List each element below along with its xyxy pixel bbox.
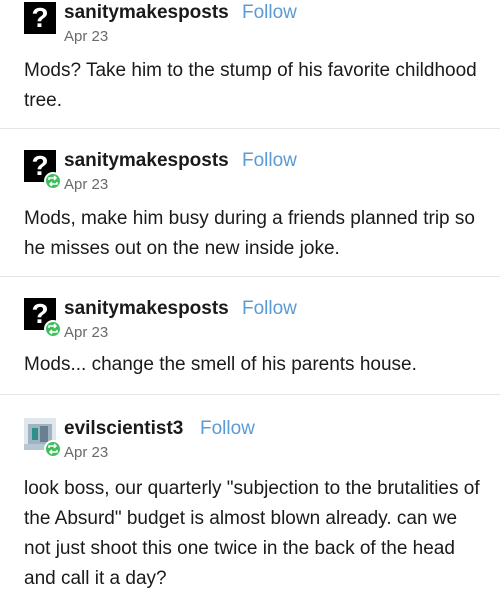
reblog-icon [44, 320, 62, 338]
avatar[interactable]: ? [24, 2, 56, 34]
post-body: Mods? Take him to the stump of his favor… [24, 60, 477, 111]
divider [0, 394, 500, 395]
post-date: Apr 23 [64, 444, 109, 461]
post-header: ? sanitymakesposts Follow Apr 23 [24, 2, 484, 45]
follow-button[interactable]: Follow [242, 298, 297, 320]
divider [0, 128, 500, 129]
post-header: evilscientist3 Follow Apr 23 [24, 418, 484, 461]
post-date: Apr 23 [64, 28, 109, 45]
post-body: Mods... change the smell of his parents … [24, 354, 417, 375]
post-header: ? sanitymakesposts Follow Apr 23 [24, 298, 484, 341]
username-link[interactable]: sanitymakesposts [64, 298, 229, 320]
post-body: Mods, make him busy during a friends pla… [24, 208, 475, 259]
username-link[interactable]: sanitymakesposts [64, 150, 229, 172]
username-link[interactable]: sanitymakesposts [64, 2, 229, 24]
post: ? sanitymakesposts Follow Apr 23 Mods? T… [0, 2, 500, 122]
post: ? sanitymakesposts Follow Apr 23 Mods...… [0, 298, 500, 388]
post-body: look boss, our quarterly "subjection to … [24, 478, 480, 589]
username-link[interactable]: evilscientist3 [64, 418, 183, 440]
post-date: Apr 23 [64, 324, 109, 341]
post-header: ? sanitymakesposts Follow Apr 23 [24, 150, 484, 193]
reblog-icon [44, 440, 62, 458]
follow-button[interactable]: Follow [242, 150, 297, 172]
post: ? sanitymakesposts Follow Apr 23 Mods, m… [0, 150, 500, 270]
reblog-icon [44, 172, 62, 190]
post: evilscientist3 Follow Apr 23 look boss, … [0, 418, 500, 589]
follow-button[interactable]: Follow [200, 418, 255, 440]
post-date: Apr 23 [64, 176, 109, 193]
follow-button[interactable]: Follow [242, 2, 297, 24]
divider [0, 276, 500, 277]
